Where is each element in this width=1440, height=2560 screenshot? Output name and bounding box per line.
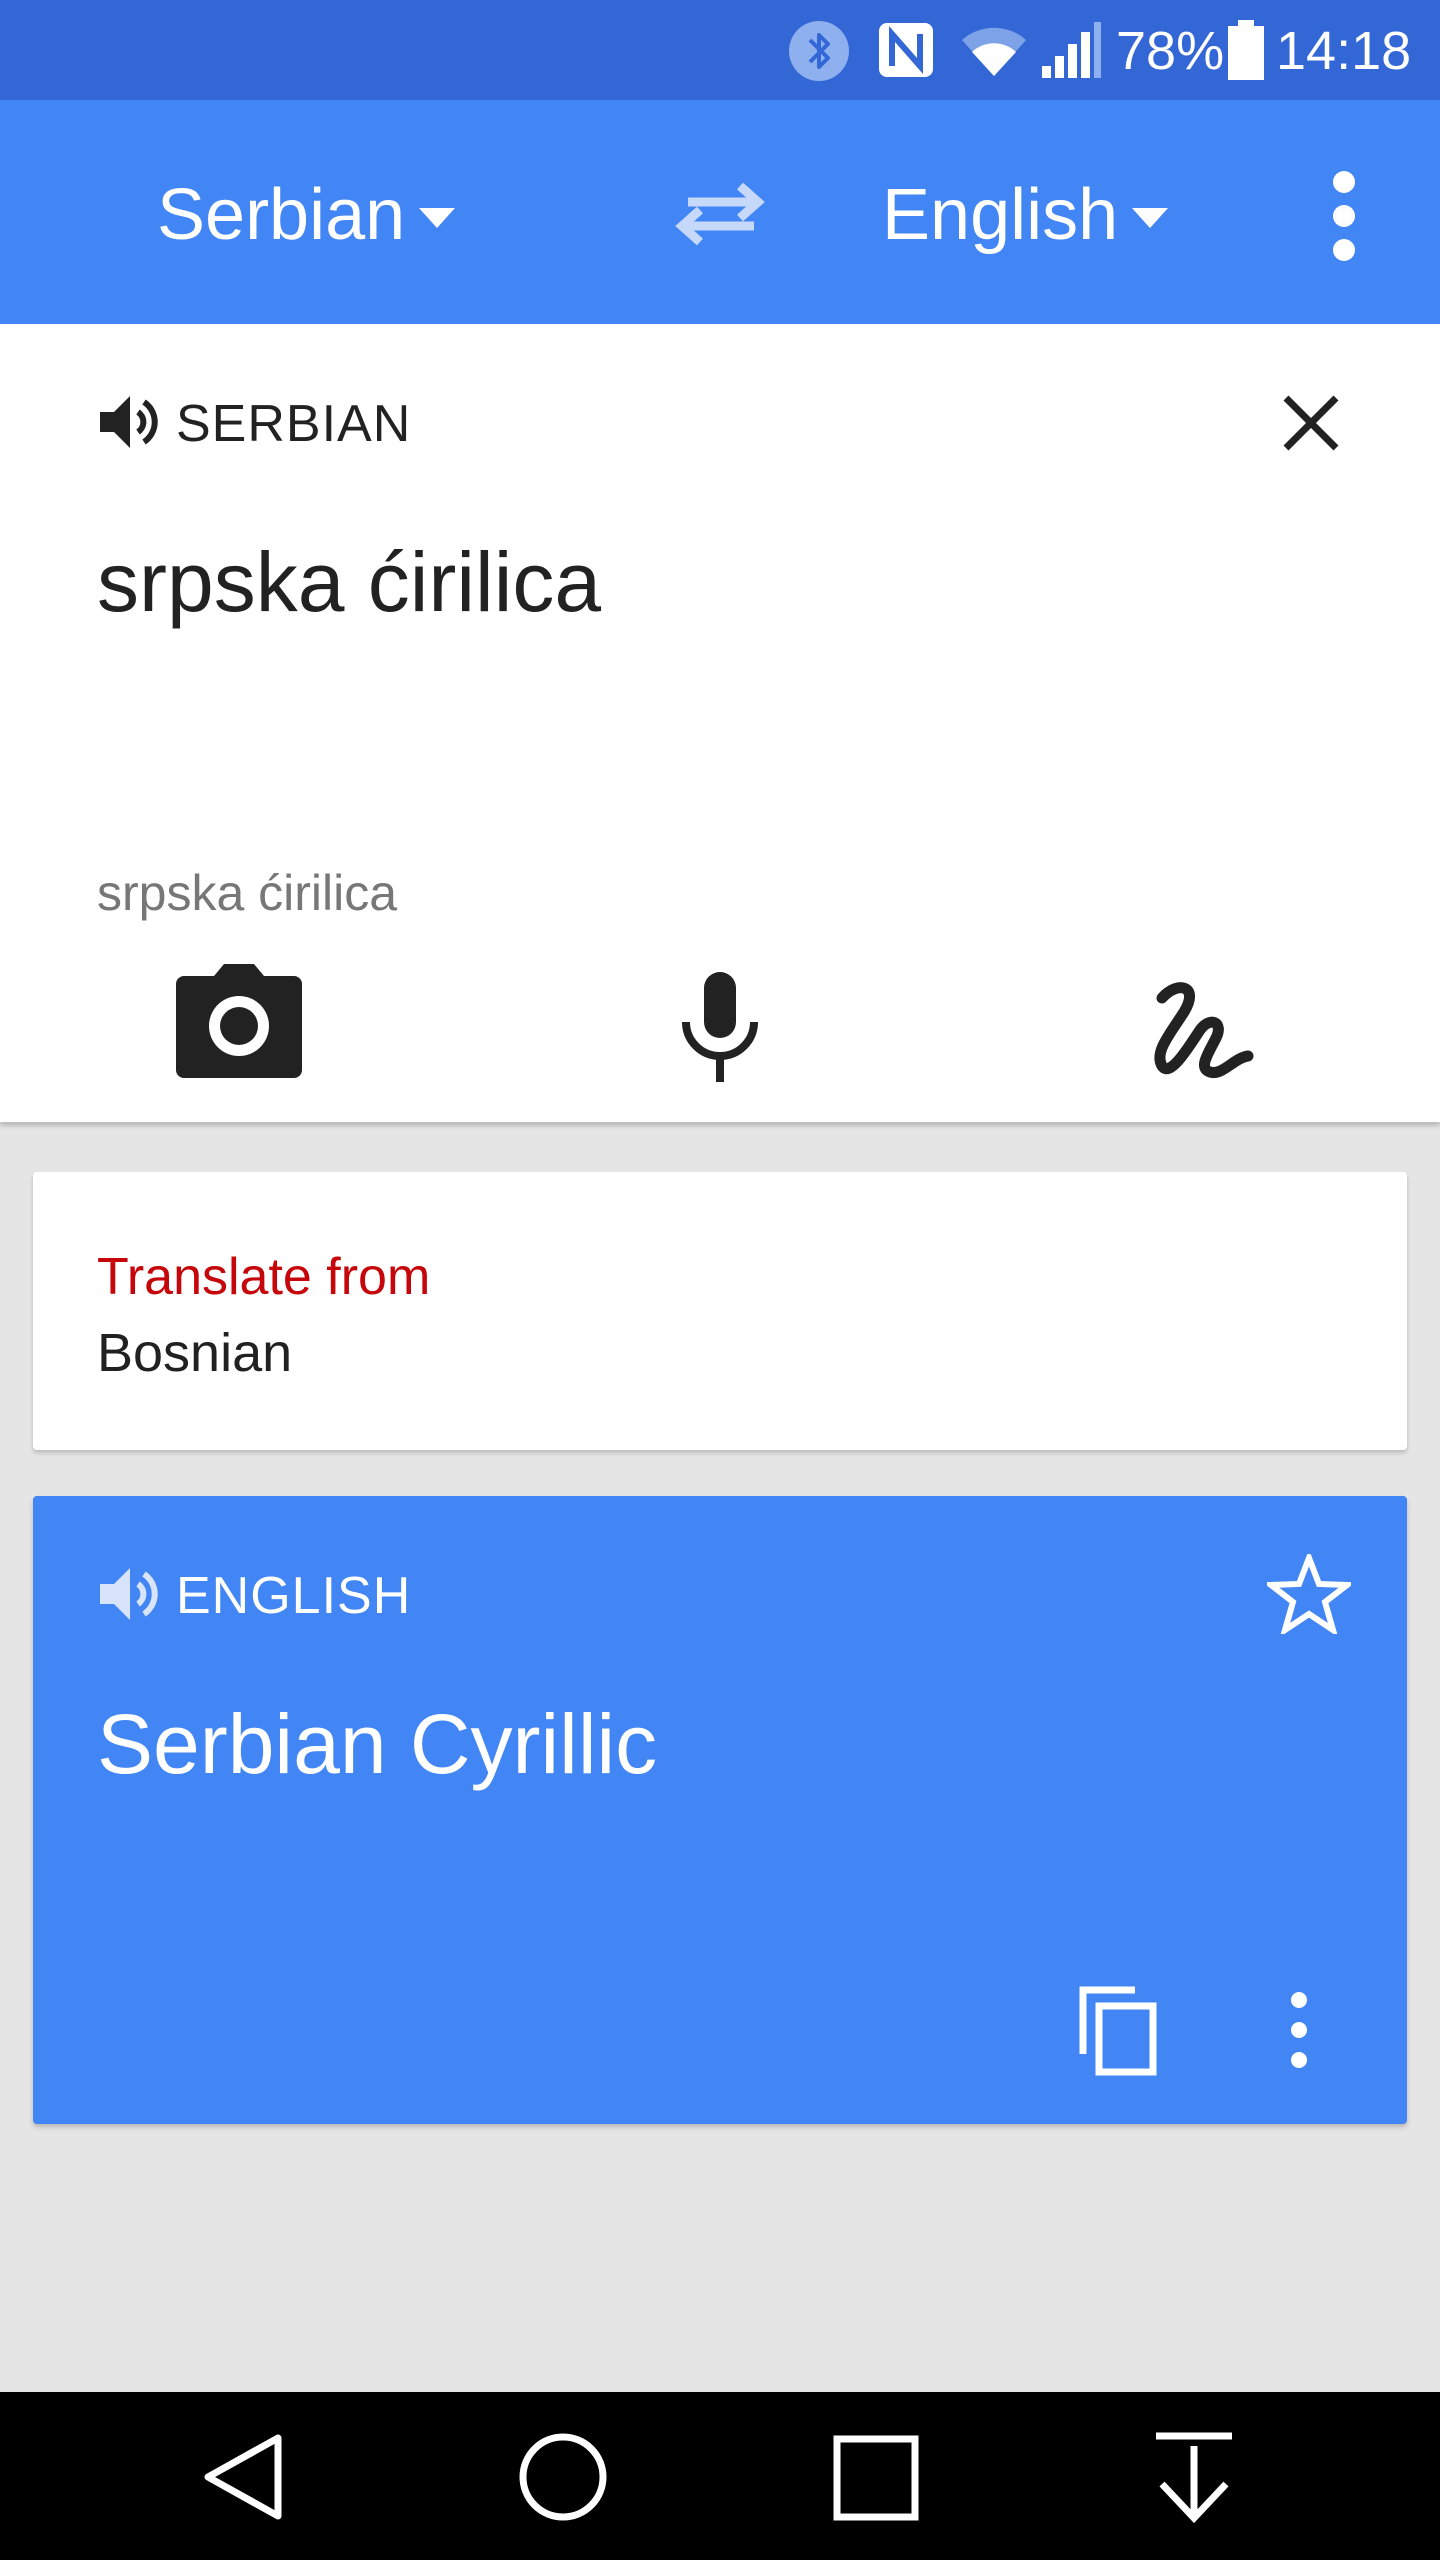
app-bar: Serbian English: [0, 100, 1440, 324]
target-language-label: English: [882, 175, 1119, 255]
camera-icon[interactable]: [176, 964, 302, 1078]
battery-percent: 78%: [1116, 21, 1225, 81]
dropdown-arrow-icon: [1132, 208, 1169, 228]
source-language-heading: SERBIAN: [176, 395, 412, 453]
battery-icon: [1228, 20, 1264, 80]
translation-result-card: ENGLISH Serbian Cyrillic: [33, 1496, 1407, 2124]
swap-languages-icon[interactable]: [670, 172, 770, 252]
suggestion-title: Translate from: [97, 1248, 431, 1306]
input-panel: SERBIAN srpska ćirilica srpska ćirilica: [0, 324, 1440, 1122]
transliteration-text: srpska ćirilica: [97, 865, 398, 921]
dropdown-arrow-icon: [419, 208, 456, 228]
home-icon[interactable]: [516, 2430, 610, 2524]
handwriting-icon[interactable]: [1148, 978, 1258, 1082]
translate-from-suggestion[interactable]: Translate from Bosnian: [33, 1172, 1407, 1450]
source-language-label: Serbian: [157, 175, 406, 255]
bluetooth-icon: [789, 21, 849, 81]
target-language-selector[interactable]: English: [882, 170, 1169, 260]
speaker-icon[interactable]: [96, 1562, 160, 1626]
signal-icon: [1042, 22, 1101, 78]
speaker-icon[interactable]: [96, 390, 160, 454]
translation-text: Serbian Cyrillic: [97, 1697, 658, 1791]
more-vert-icon[interactable]: [1279, 1992, 1319, 2068]
recents-icon[interactable]: [832, 2434, 920, 2522]
microphone-icon[interactable]: [676, 972, 764, 1082]
more-vert-icon[interactable]: [1314, 168, 1374, 264]
notifications-down-icon[interactable]: [1152, 2432, 1236, 2524]
copy-icon[interactable]: [1077, 1984, 1159, 2076]
source-language-selector[interactable]: Serbian: [157, 170, 456, 260]
wifi-icon: [962, 27, 1026, 76]
navigation-bar: [0, 2392, 1440, 2560]
suggested-language[interactable]: Bosnian: [97, 1322, 292, 1384]
back-icon[interactable]: [198, 2432, 288, 2522]
clock: 14:18: [1276, 21, 1412, 81]
star-icon[interactable]: [1267, 1554, 1351, 1634]
close-icon[interactable]: [1280, 392, 1342, 454]
nfc-icon: [879, 23, 933, 77]
status-bar: 78% 14:18: [0, 0, 1440, 100]
source-text-input[interactable]: srpska ćirilica: [97, 534, 601, 631]
target-language-heading: ENGLISH: [176, 1567, 412, 1625]
